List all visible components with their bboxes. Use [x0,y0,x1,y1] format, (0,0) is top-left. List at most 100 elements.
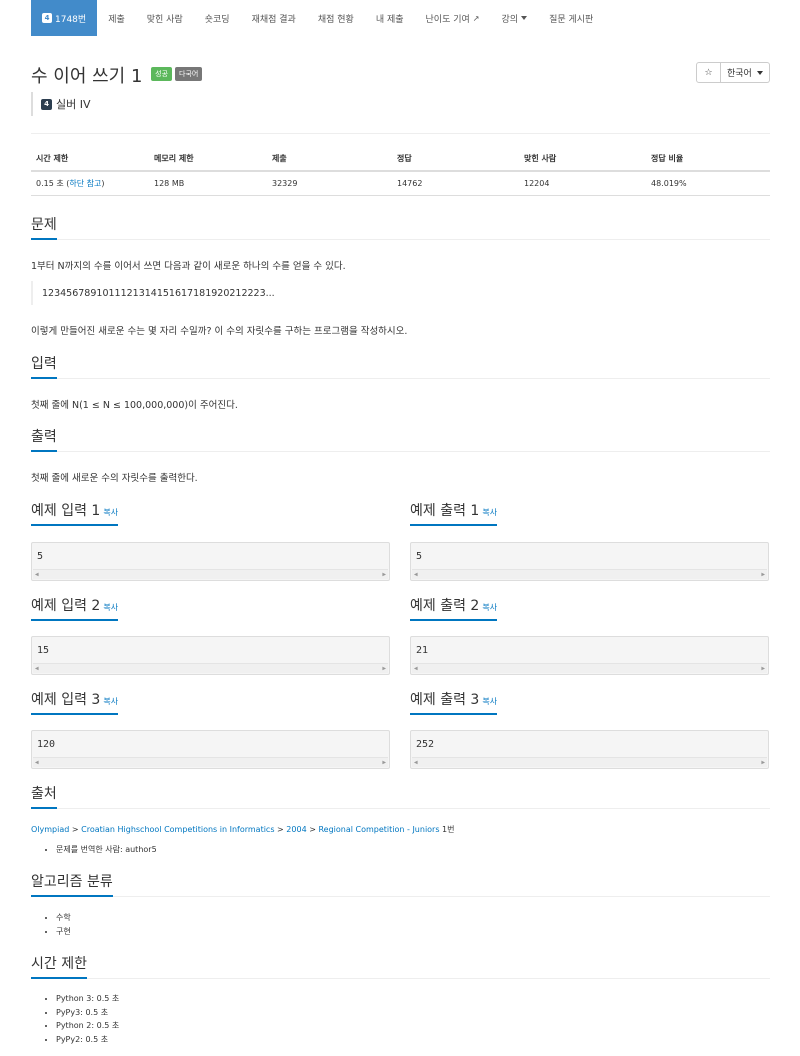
problem-quote: 1234567891011121314151617181920212223... [31,281,342,305]
source-list: 문제를 번역한 사람: author5 [31,843,157,857]
sample-input-3-heading: 예제 입력 3 복사 [31,689,390,715]
table-header: 시간 제한 [31,147,149,172]
section-title: 예제 입력 1 복사 [31,500,119,526]
favorite-star-button[interactable]: ☆ [696,62,721,83]
problem-text: 1부터 N까지의 수를 이어서 쓰면 다음과 같이 새로운 하나의 수를 얻을 … [31,261,346,272]
copy-button[interactable]: 복사 [482,508,497,517]
nav-difficulty-label: 난이도 기여 [425,14,470,25]
scroll-left-icon[interactable]: ◀ [414,571,418,578]
nav-qna-board[interactable]: 질문 게시판 [538,0,604,36]
sample-title: 예제 출력 1 [410,503,480,519]
scroll-left-icon[interactable]: ◀ [414,665,418,672]
ratio-cell: 48.019% [646,171,770,196]
memory-limit-cell: 128 MB [149,171,267,196]
sample-title: 예제 출력 3 [410,692,480,708]
table-header: 제출 [267,147,392,172]
input-text: 첫째 줄에 N(1 ≤ N ≤ 100,000,000)이 주어진다. [31,400,238,411]
sample-output-2-box[interactable]: 21 ◀ ▶ [410,636,769,675]
multilang-badge: 다국어 [175,67,203,81]
scroll-left-icon[interactable]: ◀ [35,665,39,672]
source-link-competition[interactable]: Croatian Highschool Competitions in Info… [81,825,274,834]
sample-output-3-heading: 예제 출력 3 복사 [410,689,769,715]
table-header: 정답 비율 [646,147,770,172]
source-link-year[interactable]: 2004 [286,825,306,834]
copy-button[interactable]: 복사 [103,603,118,612]
silver-tier-icon: 4 [41,98,52,110]
top-nav: 4 1748번 제출 맞힌 사람 숏코딩 재채점 결과 채점 현황 내 제출 난… [31,0,604,36]
time-limit-note-link[interactable]: 하단 참고 [69,179,101,188]
problem-section-heading: 문제 [31,214,770,240]
horizontal-scrollbar[interactable]: ◀ ▶ [412,663,767,673]
source-link-olympiad[interactable]: Olympiad [31,825,69,834]
sample-value: 21 [416,645,429,656]
scroll-left-icon[interactable]: ◀ [414,759,418,766]
tier-icon: 4 [42,13,52,23]
copy-button[interactable]: 복사 [482,697,497,706]
source-link-round[interactable]: Regional Competition - Juniors [318,825,439,834]
sample-value: 252 [416,739,435,750]
table-header-row: 시간 제한 메모리 제한 제출 정답 맞힌 사람 정답 비율 [31,147,770,172]
horizontal-scrollbar[interactable]: ◀ ▶ [412,757,767,767]
sample-input-2-box[interactable]: 15 ◀ ▶ [31,636,390,675]
section-title: 문제 [31,214,57,240]
nav-my-submissions[interactable]: 내 제출 [365,0,415,36]
time-limit-cell: 0.15 초 (하단 참고) [31,171,149,196]
table-header: 정답 [392,147,519,172]
sample-title: 예제 입력 3 [31,692,101,708]
sample-output-3-box[interactable]: 252 ◀ ▶ [410,730,769,769]
nav-short-coding[interactable]: 숏코딩 [194,0,241,36]
section-title: 예제 출력 1 복사 [410,500,498,526]
list-item[interactable]: 수학 [56,911,71,925]
language-dropdown[interactable]: 한국어 [721,62,770,83]
problem-title: 수 이어 쓰기 1 [31,66,143,87]
output-text: 첫째 줄에 새로운 수의 자릿수를 출력한다. [31,473,198,484]
copy-button[interactable]: 복사 [103,508,118,517]
scroll-left-icon[interactable]: ◀ [35,571,39,578]
sample-output-1-box[interactable]: 5 ◀ ▶ [410,542,769,581]
nav-problem-number[interactable]: 4 1748번 [31,0,98,36]
time-limit-section-heading: 시간 제한 [31,953,770,979]
source-suffix: 1번 [439,825,455,834]
sample-title: 예제 입력 2 [31,598,101,614]
problem-title-wrap: 수 이어 쓰기 1 성공 다국어 [31,62,203,88]
scroll-right-icon[interactable]: ▶ [382,665,386,672]
horizontal-scrollbar[interactable]: ◀ ▶ [33,663,388,673]
table-row: 0.15 초 (하단 참고) 128 MB 32329 14762 12204 … [31,171,770,196]
copy-button[interactable]: 복사 [103,697,118,706]
sample-value: 5 [416,551,423,562]
source-breadcrumb: Olympiad > Croatian Highschool Competiti… [31,824,455,835]
section-title: 예제 출력 2 복사 [410,595,498,621]
horizontal-scrollbar[interactable]: ◀ ▶ [33,569,388,579]
scroll-right-icon[interactable]: ▶ [761,665,765,672]
nav-status[interactable]: 채점 현황 [307,0,365,36]
nav-rejudge-results[interactable]: 재채점 결과 [241,0,307,36]
caret-down-icon [757,70,763,75]
scroll-right-icon[interactable]: ▶ [761,571,765,578]
horizontal-scrollbar[interactable]: ◀ ▶ [412,569,767,579]
success-badge: 성공 [151,67,173,81]
nav-lectures-dropdown[interactable]: 강의 [491,0,539,36]
tier-label[interactable]: 실버 IV [56,96,91,112]
scroll-left-icon[interactable]: ◀ [35,759,39,766]
source-section-heading: 출처 [31,783,770,809]
sample-input-3-box[interactable]: 120 ◀ ▶ [31,730,390,769]
sample-input-1-box[interactable]: 5 ◀ ▶ [31,542,390,581]
copy-button[interactable]: 복사 [482,603,497,612]
section-title: 시간 제한 [31,953,87,979]
problem-text: 이렇게 만들어진 새로운 수는 몇 자리 수일까? 이 수의 자릿수를 구하는 … [31,326,408,337]
list-item[interactable]: 구현 [56,925,71,939]
scroll-right-icon[interactable]: ▶ [761,759,765,766]
sample-output-2-heading: 예제 출력 2 복사 [410,595,769,621]
list-item: Python 2: 0.5 초 [56,1019,119,1033]
scroll-right-icon[interactable]: ▶ [382,759,386,766]
breadcrumb-separator: > [69,825,82,834]
horizontal-scrollbar[interactable]: ◀ ▶ [33,757,388,767]
section-title: 출처 [31,783,57,809]
nav-solvers[interactable]: 맞힌 사람 [136,0,194,36]
nav-submit[interactable]: 제출 [97,0,136,36]
solvers-cell: 12204 [519,171,646,196]
sample-input-2-heading: 예제 입력 2 복사 [31,595,390,621]
scroll-right-icon[interactable]: ▶ [382,571,386,578]
external-link-icon: ↗ [472,13,480,23]
nav-difficulty-contribution[interactable]: 난이도 기여 ↗ [415,0,491,36]
